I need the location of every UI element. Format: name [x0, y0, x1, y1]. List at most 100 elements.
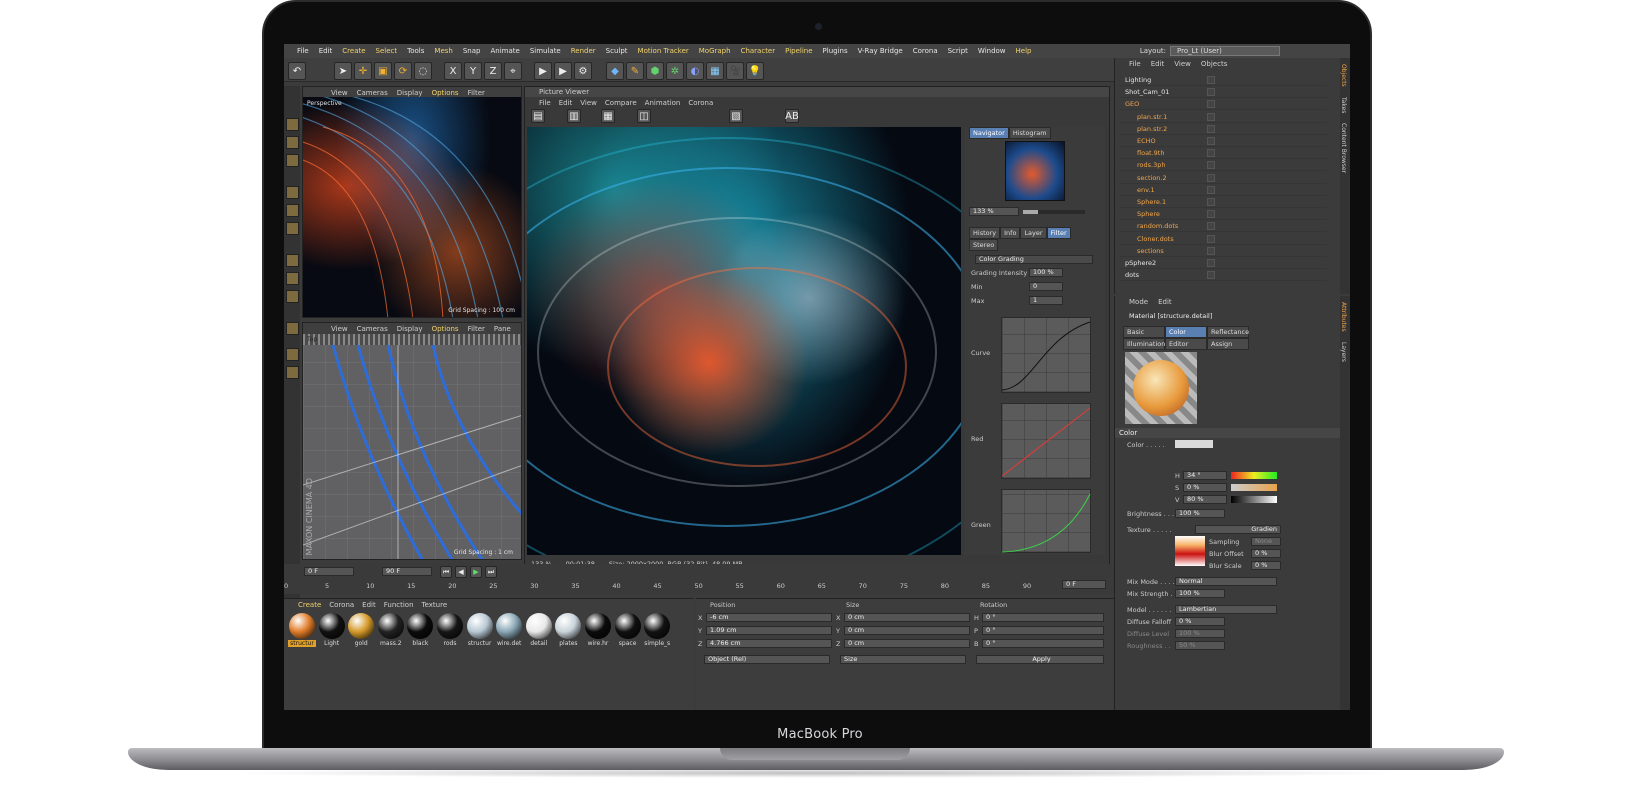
side-tab-content-browser[interactable]: Content Browser	[1340, 113, 1347, 173]
sampling-field[interactable]: None	[1251, 537, 1281, 546]
menu-tools[interactable]: Tools	[402, 47, 429, 55]
tab-histogram[interactable]: Histogram	[1008, 127, 1051, 139]
undo-icon[interactable]: ↶	[288, 62, 306, 80]
object-row[interactable]: random.dots	[1119, 220, 1327, 233]
curve-graph[interactable]	[1001, 317, 1091, 393]
pen-icon[interactable]: ✎	[626, 62, 644, 80]
object-menu-edit[interactable]: Edit	[1151, 60, 1165, 68]
points-mode-icon[interactable]	[286, 186, 299, 199]
side-tab-objects[interactable]: Objects	[1340, 58, 1347, 87]
texture-mode-icon[interactable]	[286, 136, 299, 149]
visibility-toggle[interactable]	[1207, 271, 1215, 280]
blur-offset-field[interactable]: 0 %	[1251, 549, 1281, 558]
viewport-menu-cameras[interactable]: Cameras	[357, 89, 388, 97]
object-row[interactable]: ECHO	[1119, 135, 1327, 147]
solo-icon[interactable]	[286, 366, 299, 379]
play-icon[interactable]: ▶	[470, 566, 482, 578]
recent-tool-icon[interactable]: ◌	[414, 62, 432, 80]
visibility-toggle[interactable]	[1207, 185, 1215, 194]
menu-corona[interactable]: Corona	[908, 47, 943, 55]
menu-help[interactable]: Help	[1011, 47, 1037, 55]
timeline-ruler[interactable]: 0 5 10 15 20 25 30 35 40 45 50 55 60 65 70 75 80 85 90	[284, 582, 1064, 592]
s-field[interactable]: 0 %	[1183, 483, 1227, 492]
material-menu-edit[interactable]: Edit	[362, 601, 376, 609]
menu-mesh[interactable]: Mesh	[429, 47, 457, 55]
side-tab-attributes[interactable]: Attributes	[1340, 296, 1347, 332]
render-picture-viewer-icon[interactable]: ▶	[554, 62, 572, 80]
material-item[interactable]: plates	[554, 613, 582, 651]
move-icon[interactable]: ✛	[354, 62, 372, 80]
subdivision-icon[interactable]: ⬢	[646, 62, 664, 80]
camera-object-icon[interactable]: 🎥	[726, 62, 744, 80]
axis-mode-icon[interactable]	[286, 254, 299, 267]
menu-window[interactable]: Window	[973, 47, 1011, 55]
menu-character[interactable]: Character	[736, 47, 781, 55]
color-swatch[interactable]	[1175, 440, 1213, 448]
lock-icon[interactable]	[286, 322, 299, 335]
tab-history[interactable]: History	[969, 227, 1001, 239]
visibility-toggle[interactable]	[1207, 210, 1215, 219]
visibility-toggle[interactable]	[1207, 173, 1215, 182]
snapshot-icon[interactable]: ▦	[601, 109, 615, 123]
object-row[interactable]: GEO	[1119, 98, 1327, 111]
visibility-toggle[interactable]	[1207, 124, 1215, 133]
viewport-menu-options[interactable]: Options	[432, 325, 459, 333]
material-item[interactable]: mass.2	[377, 613, 405, 651]
size-mode-dropdown[interactable]: Size	[840, 655, 966, 664]
viewport-menu-filter[interactable]: Filter	[468, 325, 485, 333]
visibility-toggle[interactable]	[1207, 161, 1215, 170]
material-item[interactable]: structur	[288, 613, 316, 651]
material-item[interactable]: space	[614, 613, 642, 651]
visibility-toggle[interactable]	[1207, 76, 1215, 84]
apply-button[interactable]: Apply	[976, 655, 1104, 664]
menu-plugins[interactable]: Plugins	[818, 47, 853, 55]
texture-field[interactable]: Gradien	[1195, 525, 1281, 534]
tab-editor[interactable]: Editor	[1165, 338, 1207, 350]
roughness-field[interactable]: 50 %	[1175, 641, 1225, 650]
tab-reflectance[interactable]: Reflectance	[1207, 326, 1249, 338]
viewport-menu-view[interactable]: View	[331, 89, 348, 97]
menu-edit[interactable]: Edit	[314, 47, 338, 55]
material-item[interactable]: gold	[347, 613, 375, 651]
cube-icon[interactable]: ◆	[606, 62, 624, 80]
menu-mode[interactable]: Mode	[1129, 298, 1148, 306]
side-tab-layers[interactable]: Layers	[1340, 332, 1347, 362]
object-row[interactable]: env.1	[1119, 184, 1327, 196]
object-row[interactable]: pSphere2	[1119, 257, 1327, 269]
object-menu-objects[interactable]: Objects	[1201, 60, 1227, 68]
visibility-toggle[interactable]	[1207, 198, 1215, 206]
light-icon[interactable]: 💡	[746, 62, 764, 80]
position-field[interactable]: -6 cm	[706, 613, 832, 622]
color-grading-section[interactable]: Color Grading	[975, 255, 1093, 264]
material-item[interactable]: simple_s	[643, 613, 671, 651]
red-curve-graph[interactable]	[1001, 403, 1091, 479]
object-row[interactable]: dots	[1119, 269, 1327, 282]
gradient-preview[interactable]	[1175, 536, 1205, 566]
v-field[interactable]: 80 %	[1183, 495, 1227, 504]
material-item[interactable]: Light	[318, 613, 346, 651]
start-frame-field[interactable]: 0 F	[304, 567, 354, 576]
material-preview[interactable]	[1125, 352, 1197, 424]
visibility-toggle[interactable]	[1207, 112, 1215, 121]
coordinate-mode-dropdown[interactable]: Object (Rel)	[704, 655, 830, 664]
visibility-toggle[interactable]	[1207, 137, 1215, 145]
current-frame-field[interactable]: 0 F	[1062, 580, 1106, 589]
go-start-icon[interactable]: ⏮	[440, 566, 452, 578]
material-item[interactable]: rods	[436, 613, 464, 651]
object-row[interactable]: Shot_Cam_01	[1119, 86, 1327, 99]
rotate-icon[interactable]: ⟳	[394, 62, 412, 80]
x-axis-icon[interactable]: X	[444, 62, 462, 80]
menu-create[interactable]: Create	[337, 47, 370, 55]
menu-mograph[interactable]: MoGraph	[694, 47, 736, 55]
brightness-field[interactable]: 100 %	[1175, 509, 1225, 518]
object-row[interactable]: plan.str.1	[1119, 111, 1327, 123]
snap-icon[interactable]	[286, 290, 299, 303]
pv-menu-view[interactable]: View	[580, 99, 597, 107]
pv-menu-animation[interactable]: Animation	[645, 99, 681, 107]
tab-navigator[interactable]: Navigator	[969, 127, 1009, 139]
z-axis-icon[interactable]: Z	[484, 62, 502, 80]
menu-v-ray-bridge[interactable]: V-Ray Bridge	[853, 47, 908, 55]
zoom-field[interactable]: 133 %	[969, 207, 1019, 216]
size-field[interactable]: 0 cm	[844, 639, 970, 648]
edges-mode-icon[interactable]	[286, 204, 299, 217]
